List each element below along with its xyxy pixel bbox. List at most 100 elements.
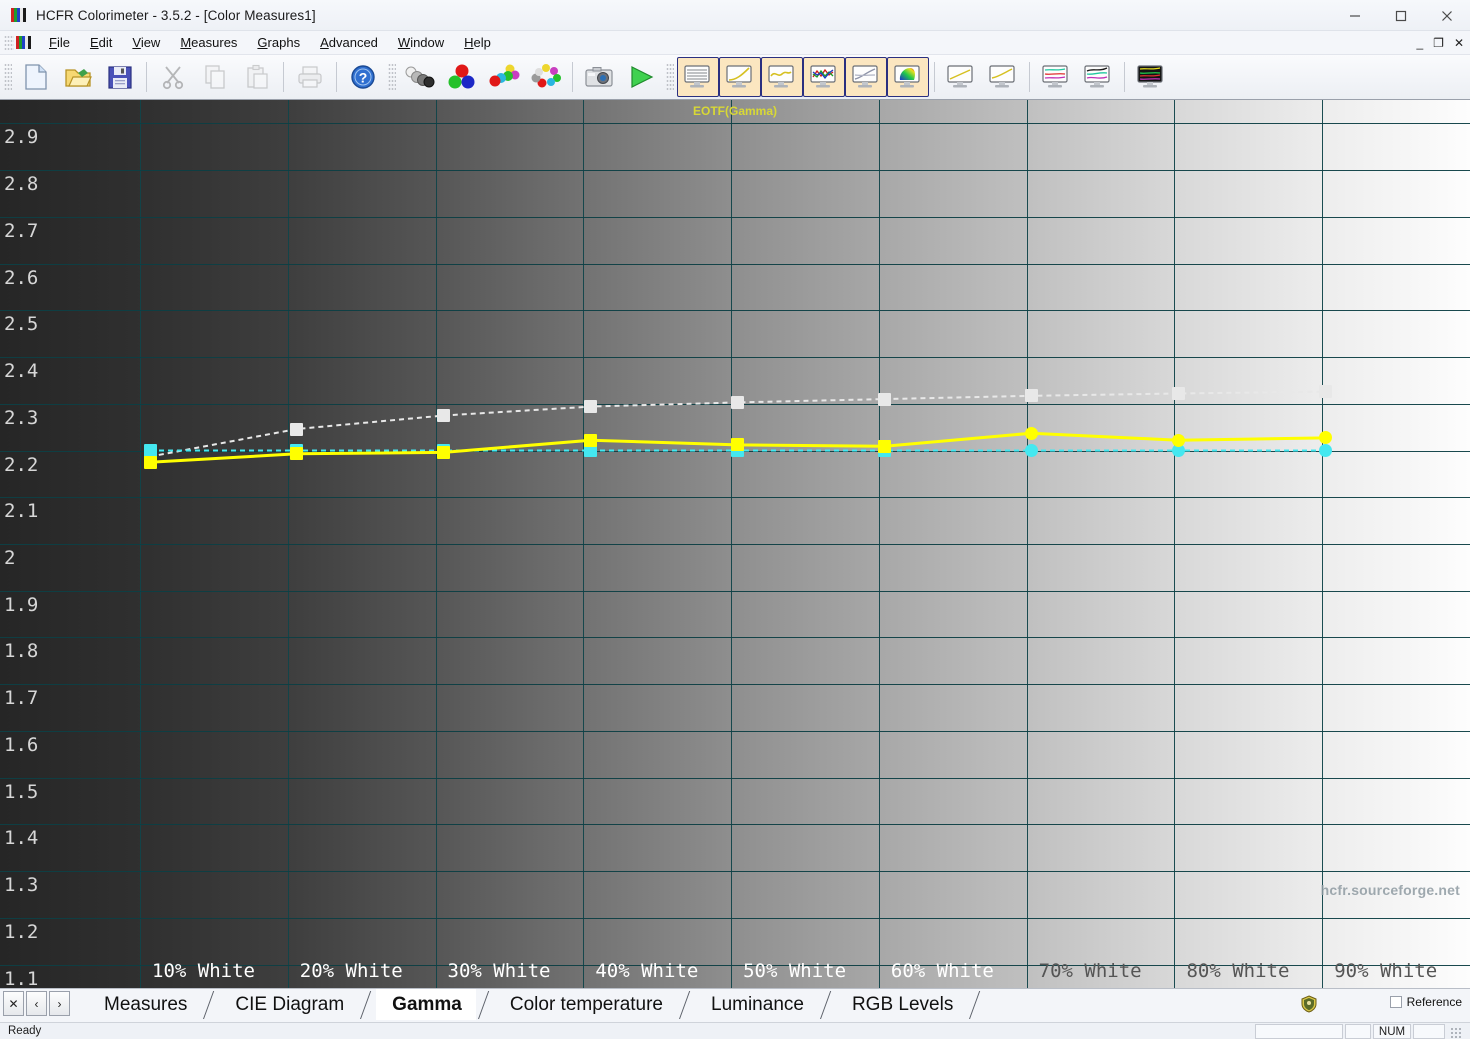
new-document-icon <box>23 63 49 91</box>
close-button[interactable] <box>1424 0 1470 31</box>
menu-item-edit[interactable]: Edit <box>80 33 122 52</box>
save-floppy-icon <box>107 64 133 90</box>
tab-rgb-levels[interactable]: RGB Levels <box>835 989 968 1020</box>
status-pane-2 <box>1345 1024 1371 1039</box>
data-point-marker[interactable] <box>1024 444 1038 458</box>
data-point-marker[interactable] <box>1318 444 1332 458</box>
status-pane-1 <box>1255 1024 1343 1039</box>
reference-checkbox[interactable] <box>1389 996 1402 1008</box>
tab-luminance[interactable]: Luminance <box>695 989 818 1020</box>
data-point-marker[interactable] <box>1024 426 1038 440</box>
paste-button[interactable] <box>236 57 278 97</box>
tab-nav-buttons: ✕ ‹ › <box>3 991 72 1016</box>
menu-item-graphs[interactable]: Graphs <box>247 33 310 52</box>
gamma-graph-button[interactable] <box>982 57 1024 97</box>
color-temp-view-button[interactable] <box>845 57 887 97</box>
data-point-marker[interactable] <box>1318 431 1332 445</box>
toolbar-grip-handle[interactable] <box>666 63 674 91</box>
tab-gamma[interactable]: Gamma <box>376 989 476 1020</box>
gamma-view-button[interactable] <box>761 57 803 97</box>
menu-item-window[interactable]: Window <box>388 33 454 52</box>
data-point-marker[interactable] <box>877 439 891 453</box>
tab-measures[interactable]: Measures <box>88 989 202 1020</box>
data-point-marker[interactable] <box>290 422 304 436</box>
y-axis-tick-label: 2.5 <box>4 313 39 336</box>
luminance-view-button[interactable] <box>719 57 761 97</box>
reference-checkbox-group[interactable]: Reference <box>1389 995 1462 1009</box>
nearwhite-button[interactable] <box>1035 57 1077 97</box>
data-point-marker[interactable] <box>1024 389 1038 403</box>
y-axis-tick-label: 1.6 <box>4 733 39 756</box>
menu-app-icon[interactable] <box>16 36 31 49</box>
mdi-close-button[interactable]: ✕ <box>1454 37 1464 49</box>
status-pane-num: NUM <box>1373 1024 1411 1039</box>
continuous-measure-button[interactable] <box>620 57 662 97</box>
measures-view-button[interactable] <box>677 57 719 97</box>
nearblack-button[interactable] <box>1077 57 1119 97</box>
tab-prev-button[interactable]: ‹ <box>26 991 47 1016</box>
help-button[interactable]: ? <box>342 57 384 97</box>
shield-icon[interactable] <box>1300 995 1318 1013</box>
camera-icon <box>584 65 614 89</box>
data-point-marker[interactable] <box>877 392 891 406</box>
menu-item-advanced[interactable]: Advanced <box>310 33 388 52</box>
toolbar-separator <box>934 62 935 92</box>
status-pane-4 <box>1413 1024 1445 1039</box>
menu-grip-handle[interactable] <box>4 34 14 51</box>
luminance-graph-button[interactable] <box>940 57 982 97</box>
data-point-marker[interactable] <box>1171 387 1185 400</box>
cie-diagram-view-button[interactable] <box>887 57 929 97</box>
data-point-marker[interactable] <box>1171 433 1185 447</box>
data-point-marker[interactable] <box>584 433 598 447</box>
tab-cie-diagram[interactable]: CIE Diagram <box>219 989 359 1020</box>
data-point-marker[interactable] <box>290 447 304 461</box>
data-point-marker[interactable] <box>584 400 598 414</box>
window-controls <box>1332 0 1470 31</box>
tab-next-button[interactable]: › <box>49 991 70 1016</box>
data-point-marker[interactable] <box>437 445 451 459</box>
tab-close-button[interactable]: ✕ <box>3 991 24 1016</box>
mdi-minimize-button[interactable]: _ <box>1416 37 1423 49</box>
primaries-measure-button[interactable] <box>441 57 483 97</box>
tab-color-temperature[interactable]: Color temperature <box>493 989 677 1020</box>
data-point-marker[interactable] <box>731 438 744 452</box>
menu-item-measures[interactable]: Measures <box>170 33 247 52</box>
data-point-marker[interactable] <box>1318 385 1332 399</box>
x-axis-tick-label: 90% White <box>1334 960 1438 982</box>
toolbar-grip-handle[interactable] <box>4 63 12 91</box>
open-folder-button[interactable] <box>57 57 99 97</box>
monitor-cie-icon <box>893 64 923 90</box>
monitor-line2-icon <box>988 64 1018 90</box>
save-button[interactable] <box>99 57 141 97</box>
menu-item-view[interactable]: View <box>122 33 170 52</box>
full-measure-button[interactable] <box>525 57 567 97</box>
menu-item-help[interactable]: Help <box>454 33 501 52</box>
print-button[interactable] <box>289 57 331 97</box>
new-document-button[interactable] <box>15 57 57 97</box>
svg-text:?: ? <box>359 70 368 86</box>
toolbar-separator <box>572 62 573 92</box>
menu-label: dvanced <box>328 35 378 50</box>
mdi-restore-button[interactable]: ❐ <box>1433 37 1444 49</box>
maximize-button[interactable] <box>1378 0 1424 31</box>
y-axis-tick-label: 1.3 <box>4 874 39 897</box>
menu-item-file[interactable]: File <box>39 33 80 52</box>
minimize-button[interactable] <box>1332 0 1378 31</box>
data-point-marker[interactable] <box>143 455 157 469</box>
secondaries-measure-button[interactable] <box>483 57 525 97</box>
satshift-button[interactable] <box>1130 57 1172 97</box>
data-point-marker[interactable] <box>731 395 744 409</box>
y-axis-tick-label: 1.8 <box>4 640 39 663</box>
resize-grip[interactable] <box>1450 1027 1462 1039</box>
grayscale-measure-button[interactable] <box>399 57 441 97</box>
single-measure-button[interactable] <box>578 57 620 97</box>
toolbar-grip-handle[interactable] <box>388 63 396 91</box>
monitor-wave-icon <box>767 64 797 90</box>
rgb-levels-view-button[interactable] <box>803 57 845 97</box>
cut-button[interactable] <box>152 57 194 97</box>
gamma-graph-panel[interactable]: 2.9 2.8 2.7 2.6 2.5 2.4 2.3 2.2 2.1 2 1.9 1.8 1.7 1.6… <box>0 100 1470 988</box>
copy-button[interactable] <box>194 57 236 97</box>
menu-mnemonic: F <box>49 35 57 50</box>
data-point-marker[interactable] <box>437 408 451 422</box>
reference-label: Reference <box>1406 995 1462 1009</box>
